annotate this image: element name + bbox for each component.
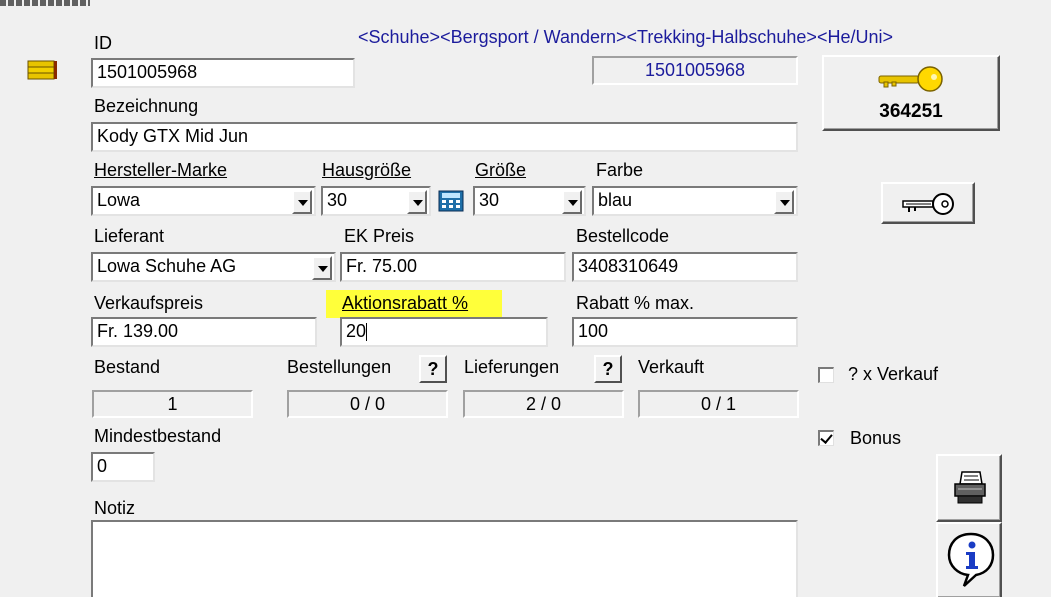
farbe-select[interactable]: blau <box>592 186 798 216</box>
key-action-button[interactable] <box>881 182 975 224</box>
stack-icon <box>26 59 58 81</box>
bonus-checkbox[interactable] <box>818 430 834 446</box>
groesse-select-value: 30 <box>479 190 500 210</box>
text-cursor <box>366 323 368 342</box>
bestand-display: 1 <box>92 390 253 418</box>
print-button[interactable] <box>936 454 1002 522</box>
bonus-checkbox-label: Bonus <box>850 428 902 448</box>
groesse-select[interactable]: 30 <box>473 186 586 216</box>
chevron-down-icon[interactable] <box>312 256 332 280</box>
hausgroesse-label: Hausgröße <box>322 160 412 180</box>
bezeichnung-field[interactable]: Kody GTX Mid Jun <box>91 122 798 152</box>
bestellungen-help-button[interactable]: ? <box>419 355 447 383</box>
farbe-label: Farbe <box>596 160 644 180</box>
lieferungen-display: 2 / 0 <box>463 390 624 418</box>
farbe-select-value: blau <box>598 190 633 210</box>
bestellcode-field[interactable]: 3408310649 <box>572 252 798 282</box>
lieferant-select[interactable]: Lowa Schuhe AG <box>91 252 336 282</box>
chevron-down-icon[interactable] <box>562 190 582 214</box>
bestellungen-label: Bestellungen <box>287 357 392 377</box>
bestellungen-display: 0 / 0 <box>287 390 448 418</box>
hausgroesse-select-value: 30 <box>327 190 348 210</box>
hausgroesse-select[interactable]: 30 <box>321 186 431 216</box>
window-edge-fragment <box>0 0 90 6</box>
verkaufspreis-field[interactable]: Fr. 139.00 <box>91 317 317 347</box>
rabatt-max-label: Rabatt % max. <box>576 293 695 313</box>
key-number-button[interactable]: 364251 <box>822 55 1000 131</box>
aktionsrabatt-field[interactable]: 20 <box>340 317 548 347</box>
key-icon <box>876 65 946 93</box>
lieferungen-help-button[interactable]: ? <box>594 355 622 383</box>
notiz-label: Notiz <box>94 498 136 518</box>
hersteller-select-value: Lowa <box>97 190 141 210</box>
mindestbestand-field[interactable]: 0 <box>91 452 155 482</box>
key-number-label: 364251 <box>879 101 943 122</box>
verkauf-checkbox[interactable] <box>818 367 834 383</box>
aktionsrabatt-label: Aktionsrabatt % <box>342 293 469 313</box>
chevron-down-icon[interactable] <box>292 190 312 214</box>
verkauft-display: 0 / 1 <box>638 390 799 418</box>
hersteller-select[interactable]: Lowa <box>91 186 316 216</box>
ek-preis-label: EK Preis <box>344 226 415 246</box>
info-button[interactable] <box>936 522 1002 597</box>
mindestbestand-label: Mindestbestand <box>94 426 222 446</box>
bezeichnung-label: Bezeichnung <box>94 96 199 116</box>
printer-icon <box>952 470 988 506</box>
verkauft-label: Verkauft <box>638 357 705 377</box>
category-path: <Schuhe><Bergsport / Wandern><Trekking-H… <box>358 27 893 47</box>
verkaufspreis-label: Verkaufspreis <box>94 293 204 313</box>
info-icon <box>946 530 996 590</box>
ek-preis-field[interactable]: Fr. 75.00 <box>340 252 566 282</box>
rabatt-max-field[interactable]: 100 <box>572 317 798 347</box>
verkauf-checkbox-label: ? x Verkauf <box>848 364 939 384</box>
groesse-label: Größe <box>475 160 527 180</box>
hersteller-label: Hersteller-Marke <box>94 160 228 180</box>
bestellcode-label: Bestellcode <box>576 226 670 246</box>
id-readonly-display: 1501005968 <box>592 56 798 85</box>
id-field[interactable]: 1501005968 <box>91 58 355 88</box>
calculator-icon[interactable] <box>437 190 465 212</box>
lieferungen-label: Lieferungen <box>464 357 560 377</box>
aktionsrabatt-value: 20 <box>346 321 367 341</box>
key-outline-icon <box>901 192 957 216</box>
lieferant-select-value: Lowa Schuhe AG <box>97 256 237 276</box>
chevron-down-icon[interactable] <box>774 190 794 214</box>
id-label: ID <box>94 33 112 53</box>
chevron-down-icon[interactable] <box>407 190 427 214</box>
lieferant-label: Lieferant <box>94 226 165 246</box>
bestand-label: Bestand <box>94 357 161 377</box>
notiz-textarea[interactable] <box>91 520 798 597</box>
